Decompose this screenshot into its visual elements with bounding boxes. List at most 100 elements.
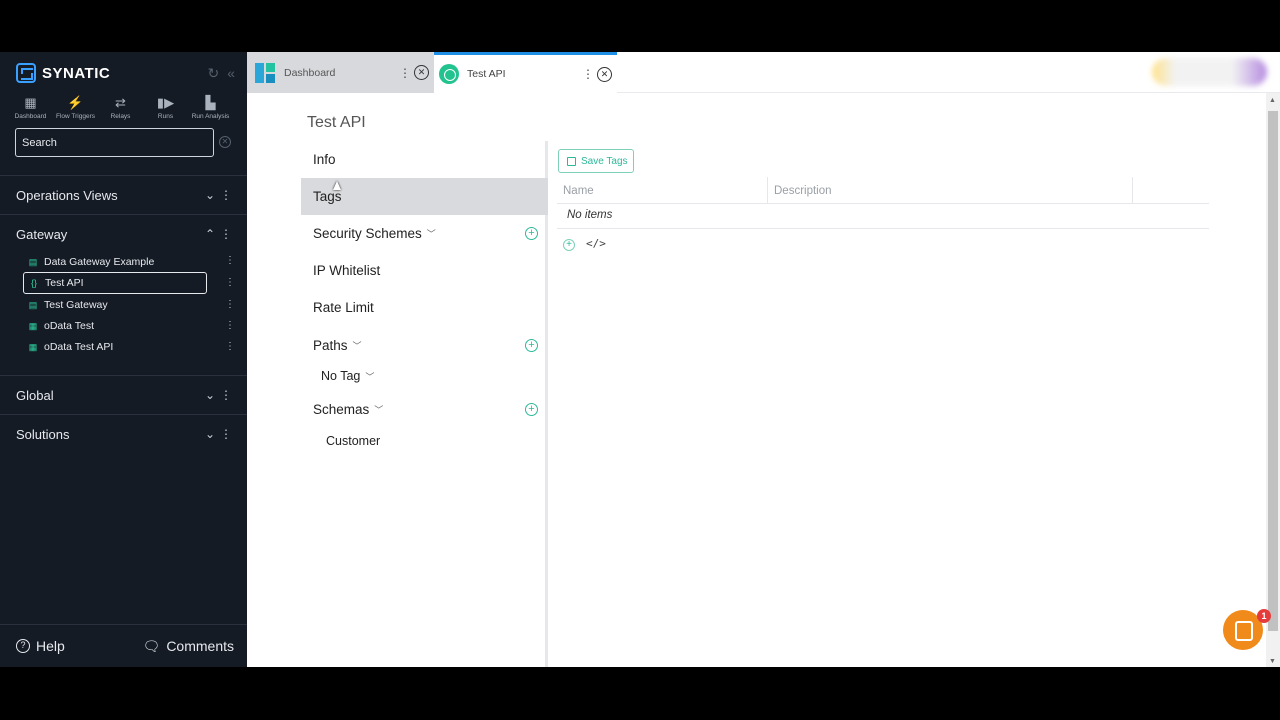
scroll-down-icon[interactable]: ▼ [1269,658,1276,665]
section-operations-views[interactable]: Operations Views ⌄ ⋮ [0,175,247,214]
menu-item-paths[interactable]: Paths ﹀ + [301,327,548,364]
add-tag-icon[interactable]: + [563,239,575,251]
kebab-menu-icon[interactable]: ⋮ [220,188,232,202]
code-view-icon[interactable]: </> [586,237,606,250]
gateway-item-test-api[interactable]: {} Test API [23,272,207,294]
kebab-menu-icon[interactable]: ⋮ [225,299,235,310]
quicknav-flow-triggers[interactable]: ⚡ Flow Triggers [53,95,98,120]
scroll-up-icon[interactable]: ▲ [1269,97,1276,104]
search-input[interactable] [15,128,214,157]
analysis-icon: ▙ [205,95,216,110]
comment-icon: 🗨 [142,637,161,654]
section-solutions[interactable]: Solutions ⌄ ⋮ [0,414,247,453]
tab-test-api[interactable]: Test API ⋮ ✕ [434,52,617,93]
chevron-up-icon[interactable]: ⌃ [205,227,215,241]
column-header-description[interactable]: Description [768,177,1133,204]
tags-table-header: Name Description [557,177,1209,204]
user-profile-blurred[interactable] [1152,58,1267,86]
empty-state-text: No items [567,209,613,221]
menu-label: Schemas [313,402,370,417]
menu-item-schemas[interactable]: Schemas ﹀ + [301,391,548,428]
menu-label: Tags [313,189,342,204]
brand-name: SYNATIC [42,64,111,82]
gateway-item-test-gateway[interactable]: ▤ Test Gateway [23,294,207,316]
menu-label: Security Schemes [313,226,422,241]
kebab-menu-icon[interactable]: ⋮ [582,67,594,81]
add-security-scheme-icon[interactable]: + [525,227,538,240]
content-scrollbar[interactable]: ▲ ▼ [1266,93,1280,667]
chevron-down-icon[interactable]: ﹀ [353,339,362,352]
kebab-menu-icon[interactable]: ⋮ [225,320,235,331]
gateway-item-label: Test Gateway [44,299,108,311]
clear-search-icon[interactable]: ✕ [219,136,231,148]
chevron-down-icon[interactable]: ﹀ [374,403,383,416]
quicknav-runs[interactable]: ▮▶ Runs [143,95,188,120]
menu-item-info[interactable]: Info [301,141,548,178]
save-icon [567,156,576,166]
quicknav-relays[interactable]: ⇄ Relays [98,95,143,120]
section-gateway[interactable]: Gateway ⌃ ⋮ [0,214,247,253]
collapse-sidebar-icon[interactable]: « [227,65,235,82]
gateway-item-odata-test[interactable]: ▦ oData Test [23,315,207,337]
save-tags-label: Save Tags [581,155,628,167]
tab-dashboard[interactable]: Dashboard ⋮ ✕ [247,52,434,93]
quicknav-label: Relays [110,113,131,120]
help-link[interactable]: ? Help [16,638,65,654]
kebab-menu-icon[interactable]: ⋮ [220,227,232,241]
app-window: SYNATIC ↻ « ▦ Dashboard ⚡ Flow Triggers … [0,52,1280,667]
braces-icon: {} [30,278,37,288]
synatic-logo-icon [16,63,36,83]
tab-label: Dashboard [284,66,336,79]
menu-item-rate-limit[interactable]: Rate Limit [301,289,548,326]
runs-icon: ▮▶ [156,95,175,110]
save-tags-button[interactable]: Save Tags [558,149,634,173]
dashboard-icon [255,62,275,83]
kebab-menu-icon[interactable]: ⋮ [225,277,235,288]
table-icon: ▦ [28,320,38,331]
kebab-menu-icon[interactable]: ⋮ [220,427,232,441]
quicknav-run-analysis[interactable]: ▙ Run Analysis [188,95,233,120]
refresh-icon[interactable]: ↻ [207,65,219,82]
table-divider [557,228,1209,229]
comments-link[interactable]: 🗨 Comments [143,638,234,655]
add-path-icon[interactable]: + [525,339,538,352]
page-title: Test API [307,114,366,131]
tab-bar: Dashboard ⋮ ✕ Test API ⋮ ✕ [247,52,1280,93]
gateway-item-data-gateway-example[interactable]: ▤ Data Gateway Example [23,251,207,273]
scrollbar-thumb[interactable] [1268,111,1278,631]
menu-subitem-no-tag[interactable]: No Tag ﹀ [321,369,374,383]
help-label: Help [36,638,65,654]
chevron-down-icon[interactable]: ⌄ [205,427,215,441]
gateway-item-label: oData Test API [44,341,114,353]
kebab-menu-icon[interactable]: ⋮ [225,341,235,352]
help-icon: ? [16,639,30,653]
quicknav-dashboard[interactable]: ▦ Dashboard [8,95,53,120]
sidebar-footer: ? Help 🗨 Comments [0,624,247,667]
quicknav-label: Dashboard [14,113,47,120]
kebab-menu-icon[interactable]: ⋮ [225,255,235,266]
chevron-down-icon[interactable]: ⌄ [205,188,215,202]
bolt-icon: ⚡ [67,95,84,110]
kebab-menu-icon[interactable]: ⋮ [399,66,411,80]
menu-item-security-schemes[interactable]: Security Schemes ﹀ + [301,215,548,252]
comments-label: Comments [166,638,234,654]
add-schema-icon[interactable]: + [525,403,538,416]
kebab-menu-icon[interactable]: ⋮ [220,388,232,402]
close-icon[interactable]: ✕ [597,66,612,82]
gateway-item-label: Test API [45,277,84,289]
menu-label: Rate Limit [313,300,374,315]
chevron-down-icon[interactable]: ﹀ [427,227,436,240]
sidebar-controls: ↻ « [207,65,235,82]
close-icon[interactable]: ✕ [414,65,429,80]
menu-subitem-customer[interactable]: Customer [326,434,380,448]
gateway-item-label: Data Gateway Example [44,256,155,268]
gateway-item-odata-test-api[interactable]: ▦ oData Test API [23,336,207,358]
chevron-down-icon[interactable]: ﹀ [365,370,374,383]
grid-icon: ▦ [24,95,37,110]
quicknav-label: Flow Triggers [55,113,95,120]
section-global[interactable]: Global ⌄ ⋮ [0,375,247,414]
column-header-name[interactable]: Name [557,177,768,204]
menu-item-ip-whitelist[interactable]: IP Whitelist [301,252,548,289]
chevron-down-icon[interactable]: ⌄ [205,388,215,402]
section-label: Operations Views [16,187,118,203]
